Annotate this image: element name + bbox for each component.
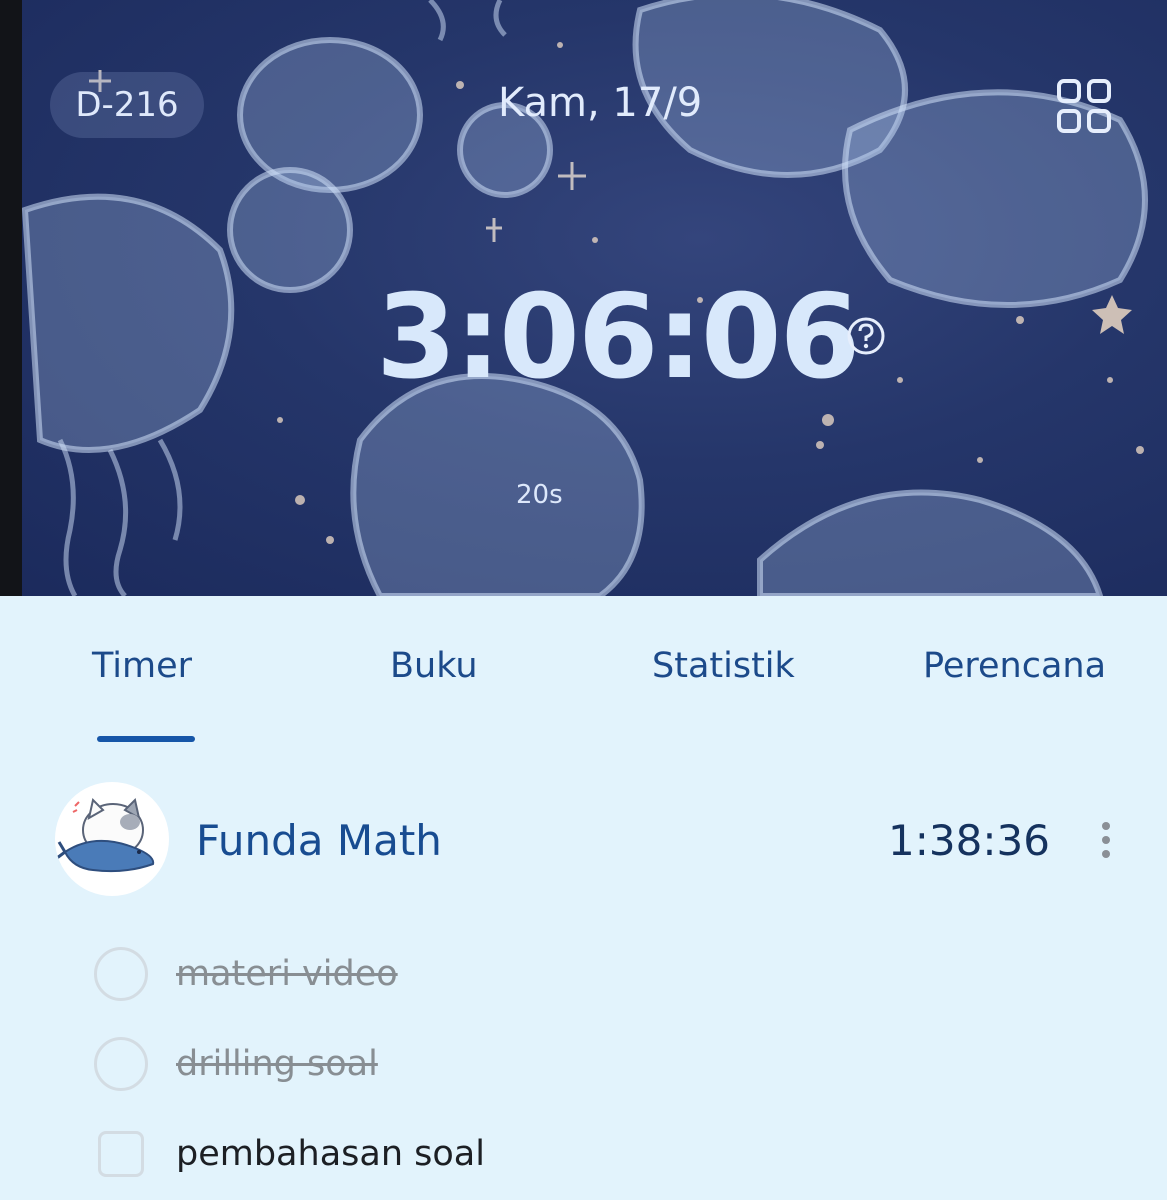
task-label: pembahasan soal <box>176 1134 485 1174</box>
dday-label: D-216 <box>75 85 179 125</box>
task-item[interactable]: drilling soal <box>94 1036 378 1092</box>
task-square-checkbox[interactable] <box>98 1131 144 1177</box>
task-label: materi video <box>176 954 398 994</box>
subject-name[interactable]: Funda Math <box>196 816 442 865</box>
active-tab-indicator <box>97 736 195 742</box>
task-item[interactable]: pembahasan soal <box>94 1126 485 1182</box>
task-item[interactable]: materi video <box>94 946 398 1002</box>
cat-whale-avatar-icon <box>56 798 155 873</box>
tab-perencana[interactable]: Perencana <box>923 646 1106 686</box>
task-circle-checkbox[interactable] <box>94 1037 148 1091</box>
tab-bar: Timer Buku Statistik Perencana <box>0 596 1167 746</box>
help-circle-icon[interactable] <box>846 316 886 356</box>
left-edge-strip <box>0 0 22 596</box>
tab-statistik[interactable]: Statistik <box>652 646 795 686</box>
task-label: drilling soal <box>176 1044 378 1084</box>
total-study-timer: 3:06:06 <box>376 270 860 405</box>
task-circle-checkbox[interactable] <box>94 947 148 1001</box>
tab-buku[interactable]: Buku <box>390 646 478 686</box>
seconds-label: 20s <box>516 480 563 510</box>
tab-timer[interactable]: Timer <box>92 646 192 686</box>
subject-time: 1:38:36 <box>888 816 1050 865</box>
date-label: Kam, 17/9 <box>498 80 703 126</box>
grid-icon[interactable] <box>1056 78 1112 134</box>
dday-badge[interactable]: D-216 <box>50 72 204 138</box>
subject-avatar[interactable] <box>55 782 169 896</box>
hero-background: D-216 Kam, 17/9 3:06:06 20s <box>0 0 1167 596</box>
more-vertical-icon[interactable] <box>1092 820 1120 860</box>
